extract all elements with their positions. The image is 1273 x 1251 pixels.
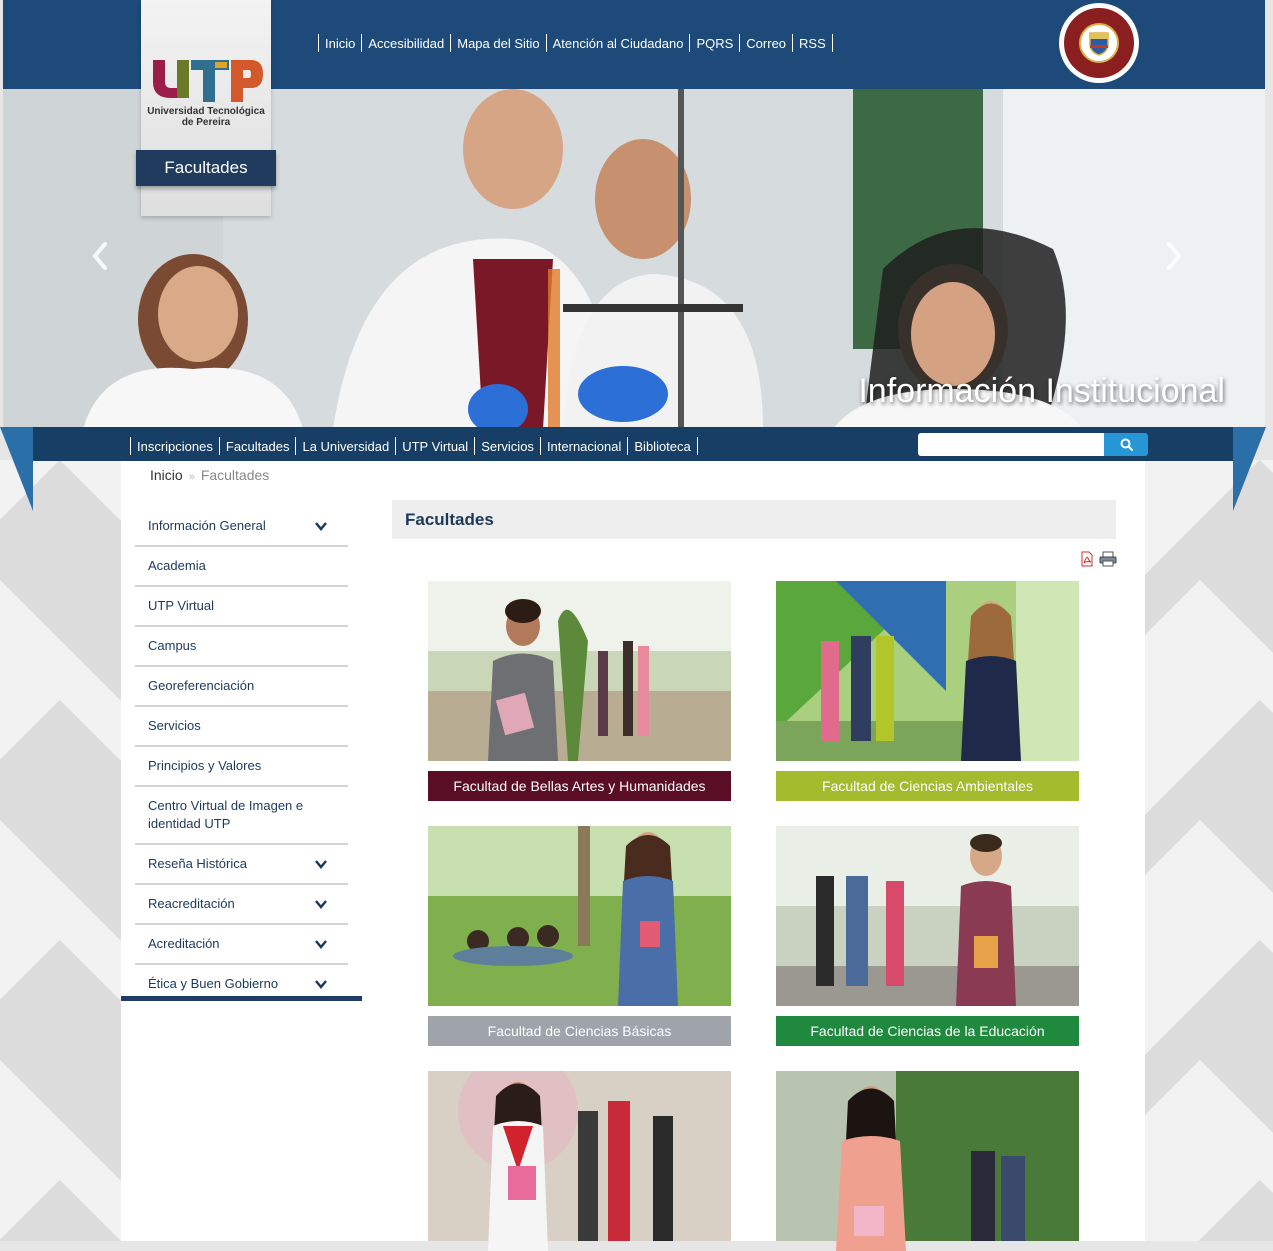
- sidebar-item-label: Acreditación: [148, 936, 220, 951]
- nav-servicios[interactable]: Servicios: [481, 439, 534, 454]
- top-link-mapa[interactable]: Mapa del Sitio: [457, 36, 539, 51]
- utp-logo-icon: [153, 60, 263, 102]
- faculty-label-ciencias-basicas[interactable]: Facultad de Ciencias Básicas: [428, 1016, 731, 1046]
- search-input[interactable]: [918, 433, 1104, 456]
- sidebar-bottom-bar: [121, 996, 362, 1001]
- faculty-label-ciencias-educacion[interactable]: Facultad de Ciencias de la Educación: [776, 1016, 1079, 1046]
- breadcrumb-home[interactable]: Inicio: [150, 467, 183, 483]
- sidebar-item-label: Ética y Buen Gobierno: [148, 976, 279, 991]
- top-link-accesibilidad[interactable]: Accesibilidad: [368, 36, 444, 51]
- sidebar-item-label: Principios y Valores: [148, 758, 262, 773]
- faculty-photo-5[interactable]: [428, 1071, 731, 1251]
- top-link-atencion[interactable]: Atención al Ciudadano: [553, 36, 684, 51]
- sidebar-menu: Información General Academia UTP Virtual…: [135, 507, 348, 1003]
- faculty-card[interactable]: [776, 1071, 1079, 1251]
- sidebar-item-label: Reseña Histórica: [148, 856, 247, 871]
- nav-internacional[interactable]: Internacional: [547, 439, 621, 454]
- hero-title: Información Institucional: [858, 372, 1225, 410]
- chevron-right-icon: [1167, 242, 1182, 270]
- chevron-down-icon[interactable]: [314, 897, 328, 911]
- sidebar-item-label: Campus: [148, 638, 197, 653]
- faculty-photo-ciencias-basicas[interactable]: [428, 826, 731, 1006]
- section-title: Facultades: [392, 500, 1116, 539]
- sidebar-item-campus[interactable]: Campus: [135, 627, 348, 667]
- chevron-down-icon[interactable]: [314, 519, 328, 533]
- logo-name-line1: Universidad Tecnológica: [147, 106, 265, 117]
- chevron-down-icon[interactable]: [314, 857, 328, 871]
- logo-name-line2: de Pereira: [181, 117, 231, 128]
- sidebar-item-principios[interactable]: Principios y Valores: [135, 747, 348, 787]
- faculty-photo-6[interactable]: [776, 1071, 1079, 1251]
- top-link-rss[interactable]: RSS: [799, 36, 826, 51]
- content-panel: Inicio » Facultades Información General Ac…: [121, 461, 1145, 1251]
- top-link-pqrs[interactable]: PQRS: [696, 36, 733, 51]
- nav-ribbon-left: [0, 427, 33, 511]
- sidebar-item-label: Información General: [148, 518, 266, 533]
- sidebar-item-label: Academia: [148, 558, 206, 573]
- breadcrumb-separator: »: [188, 471, 195, 483]
- faculty-photo-bellas-artes[interactable]: [428, 581, 731, 761]
- breadcrumb-current: Facultades: [200, 467, 270, 483]
- pdf-icon[interactable]: [1079, 551, 1095, 567]
- faculty-photo-ciencias-educacion[interactable]: [776, 826, 1079, 1006]
- nav-facultades[interactable]: Facultades: [226, 439, 290, 454]
- sidebar-item-label: UTP Virtual: [148, 598, 214, 613]
- nav-ribbon-right: [1233, 427, 1266, 511]
- nav-inscripciones[interactable]: Inscripciones: [137, 439, 213, 454]
- sidebar-item-reacreditacion[interactable]: Reacreditación: [135, 885, 348, 925]
- search-icon: [1120, 438, 1133, 451]
- sidebar-item-label: Georeferenciación: [148, 678, 255, 693]
- sidebar-item-label: Reacreditación: [148, 896, 235, 911]
- sidebar-item-georeferenciacion[interactable]: Georeferenciación: [135, 667, 348, 707]
- print-icon[interactable]: [1099, 551, 1117, 567]
- chevron-down-icon[interactable]: [314, 937, 328, 951]
- search-button[interactable]: [1104, 433, 1148, 456]
- top-link-correo[interactable]: Correo: [746, 36, 786, 51]
- sidebar-item-utp-virtual[interactable]: UTP Virtual: [135, 587, 348, 627]
- sidebar-item-acreditacion[interactable]: Acreditación: [135, 925, 348, 965]
- nav-la-universidad[interactable]: La Universidad: [302, 439, 389, 454]
- faculty-card[interactable]: Facultad de Ciencias de la Educación: [776, 826, 1079, 1046]
- nav-utp-virtual[interactable]: UTP Virtual: [402, 439, 468, 454]
- top-links: Inicio Accesibilidad Mapa del Sitio Aten…: [312, 34, 839, 52]
- faculty-card[interactable]: [428, 1071, 731, 1251]
- sidebar-item-centro-virtual[interactable]: Centro Virtual de Imagen e identidad UTP: [135, 787, 348, 845]
- sidebar-item-academia[interactable]: Academia: [135, 547, 348, 587]
- faculty-card[interactable]: Facultad de Bellas Artes y Humanidades: [428, 581, 731, 801]
- chevron-left-icon: [92, 242, 107, 270]
- faculty-photo-ciencias-ambientales[interactable]: [776, 581, 1079, 761]
- sidebar-item-label: Centro Virtual de Imagen e identidad UTP: [148, 798, 304, 831]
- logo-name: Universidad Tecnológica de Pereira: [141, 106, 271, 128]
- nav-biblioteca[interactable]: Biblioteca: [634, 439, 690, 454]
- main-nav-links: Inscripciones Facultades La Universidad …: [124, 437, 704, 455]
- faculty-card[interactable]: Facultad de Ciencias Básicas: [428, 826, 731, 1046]
- faculty-label-bellas-artes[interactable]: Facultad de Bellas Artes y Humanidades: [428, 771, 731, 801]
- faculty-label-ciencias-ambientales[interactable]: Facultad de Ciencias Ambientales: [776, 771, 1079, 801]
- chevron-down-icon[interactable]: [314, 977, 328, 991]
- sidebar-item-label: Servicios: [148, 718, 201, 733]
- sidebar-item-resena[interactable]: Reseña Histórica: [135, 845, 348, 885]
- sidebar-item-servicios[interactable]: Servicios: [135, 707, 348, 747]
- document-actions: [1079, 551, 1117, 567]
- top-link-inicio[interactable]: Inicio: [325, 36, 355, 51]
- hero-prev-arrow[interactable]: [89, 239, 111, 281]
- breadcrumb: Inicio » Facultades: [150, 467, 269, 483]
- section-tag[interactable]: Facultades: [136, 150, 276, 186]
- hero-next-arrow[interactable]: [1163, 239, 1185, 281]
- sidebar-item-informacion-general[interactable]: Información General: [135, 507, 348, 547]
- faculty-card[interactable]: Facultad de Ciencias Ambientales: [776, 581, 1079, 801]
- colombia-seal-icon[interactable]: [1059, 3, 1139, 83]
